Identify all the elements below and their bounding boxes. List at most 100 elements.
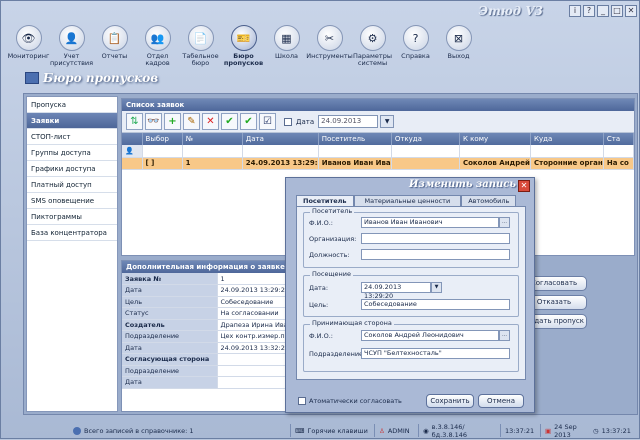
sidebar-item[interactable]: Пиктограммы [27, 209, 117, 225]
chevron-down-icon[interactable]: ▼ [431, 282, 442, 293]
goal-field[interactable]: Собеседование [361, 299, 510, 310]
org-row: Организация: [309, 233, 510, 244]
goal-row: Цель: Собеседование [309, 299, 510, 310]
delete-icon[interactable]: ✕ [202, 113, 219, 130]
toolbar-hr[interactable]: 👥 Отдел кадров [136, 25, 179, 67]
presence-icon: 👤 [58, 25, 85, 51]
cancel-button[interactable]: Отмена [478, 394, 524, 408]
refresh-icon[interactable]: ⇅ [126, 113, 143, 130]
visit-date-field[interactable]: 24.09.2013 13:29:20 [361, 282, 431, 300]
auto-approve-row: Атоматически согласовать [298, 397, 402, 405]
minimize-button[interactable]: _ [597, 5, 609, 17]
pass-office-icon [25, 72, 39, 84]
info-button[interactable]: i [569, 5, 581, 17]
toolbar-label: Отчеты [101, 52, 128, 60]
sidebar-item[interactable]: Графики доступа [27, 161, 117, 177]
column-header[interactable] [122, 133, 143, 145]
sidebar-item[interactable]: Группы доступа [27, 145, 117, 161]
toolbar-label: Отдел кадров [145, 52, 170, 67]
sidebar-item[interactable]: СТОП-лист [27, 129, 117, 145]
chevron-down-icon[interactable]: ▼ [380, 115, 395, 128]
column-header[interactable]: Откуда [391, 133, 460, 145]
table-cell: На со [603, 157, 635, 170]
sidebar-item[interactable]: SMS оповещение [27, 193, 117, 209]
requests-toolbar: ⇅ 👓 + ✎ ✕ ✔ ✔ ☑ Дата 24.09.2013 ▼ [122, 111, 634, 133]
auto-approve-label: Атоматически согласовать [309, 397, 402, 405]
host-fio-field[interactable]: Соколов Андрей Леонидович [361, 330, 499, 341]
ellipsis-icon[interactable]: … [499, 330, 510, 341]
toolbar-exit[interactable]: ⊠ Выход [437, 25, 480, 67]
approve-all-icon[interactable]: ✔ [240, 113, 257, 130]
date-filter-input[interactable]: 24.09.2013 [318, 115, 379, 128]
dialog-title: Изменить запись [408, 179, 516, 190]
view-icon[interactable]: 👓 [145, 113, 162, 130]
column-header[interactable]: № [182, 133, 243, 145]
info-key: Согласующая сторона [122, 353, 218, 366]
toolbar-reports[interactable]: 📋 Отчеты [93, 25, 136, 67]
fio-field[interactable]: Иванов Иван Иванович [361, 217, 499, 228]
dept-row: Подразделение: ЧСУП "Белтехносталь" [309, 348, 510, 359]
host-fio-row: Ф.И.О.: Соколов Андрей Леонидович … [309, 330, 510, 341]
column-header[interactable]: Ста [603, 133, 635, 145]
close-icon[interactable]: ✕ [518, 180, 530, 192]
column-header[interactable]: Выбор [142, 133, 183, 145]
sidebar-item[interactable]: Заявки [27, 113, 117, 129]
add-icon[interactable]: + [164, 113, 181, 130]
position-field[interactable] [361, 249, 510, 260]
column-header[interactable]: К кому [459, 133, 532, 145]
table-cell: Соколов Андрей [459, 157, 532, 170]
status-user: ♙ ADMIN [375, 424, 419, 437]
close-button[interactable]: ✕ [625, 5, 637, 17]
visit-date-label: Дата: [309, 283, 329, 292]
toolbar-presence[interactable]: 👤 Учет присутствия [50, 25, 93, 67]
info-key: Дата [122, 342, 218, 354]
toolbar-label: Инструменты [306, 52, 353, 60]
status-hotkeys[interactable]: ⌨ Горячие клавиши [291, 424, 375, 437]
auto-approve-checkbox[interactable] [298, 397, 306, 405]
toolbar-monitor[interactable]: 👁 Мониторинг [7, 25, 50, 67]
fio-label: Ф.И.О.: [309, 218, 333, 227]
toolbar-settings[interactable]: ⚙ Параметры системы [351, 25, 394, 67]
save-button[interactable]: Сохранить [426, 394, 474, 408]
toolbar-tools[interactable]: ✂ Инструменты [306, 25, 353, 67]
edit-icon[interactable]: ✎ [183, 113, 200, 130]
column-header[interactable]: Куда [530, 133, 604, 145]
toolbar-label: Школа [275, 52, 298, 60]
dept-field[interactable]: ЧСУП "Белтехносталь" [361, 348, 510, 359]
ellipsis-icon[interactable]: … [499, 217, 510, 228]
column-header[interactable]: Дата [242, 133, 319, 145]
org-field[interactable] [361, 233, 510, 244]
help-icon: ? [402, 25, 429, 51]
info-key: Дата [122, 284, 218, 297]
toolbar-label: Мониторинг [7, 52, 50, 60]
toolbar-timesheet[interactable]: 📄 Табельное бюро [179, 25, 222, 67]
info-key: Подразделение [122, 365, 218, 377]
sidebar-item[interactable]: Пропуска [27, 97, 117, 113]
toolbar-pass-office[interactable]: 🎫 Бюро пропусков [222, 25, 265, 67]
window-controls: i ? _ □ ✕ [569, 5, 637, 17]
toolbar-help[interactable]: ? Справка [394, 25, 437, 67]
approve-icon[interactable]: ✔ [221, 113, 238, 130]
status-date: ▣ 24 Sep 2013 [545, 422, 577, 439]
toolbar-school[interactable]: ▦ Школа [265, 25, 308, 67]
column-header[interactable]: Посетитель [318, 133, 392, 145]
status-bar: Всего записей в справочнике: 1 ⌨ Горячие … [1, 421, 640, 440]
table-cell: Иванов Иван Ива [318, 157, 392, 170]
status-time: 13:37:21 [501, 424, 541, 437]
module-title: Бюро пропусков [43, 71, 159, 85]
hr-icon: 👥 [144, 25, 171, 51]
table-row[interactable]: [ ] 1 24.09.2013 13:29: Иванов Иван Ива Соко… [122, 157, 635, 170]
position-row: Должность: [309, 249, 510, 260]
main-toolbar: 👁 Мониторинг 👤 Учет присутствия 📋 Отчеты 👥 Отде… [7, 25, 480, 67]
sidebar-item[interactable]: База концентратора [27, 225, 117, 241]
toolbar-label: Учет присутствия [49, 52, 94, 67]
tools-icon: ✂ [316, 25, 343, 51]
sidebar: Пропуска Заявки СТОП-лист Группы доступа Гра… [26, 96, 118, 412]
help-button[interactable]: ? [583, 5, 595, 17]
maximize-button[interactable]: □ [611, 5, 623, 17]
checklist-icon[interactable]: ☑ [259, 113, 276, 130]
info-icon [73, 426, 81, 435]
date-filter-checkbox[interactable] [284, 117, 292, 126]
sidebar-item[interactable]: Платный доступ [27, 177, 117, 193]
timesheet-icon: 📄 [187, 25, 214, 51]
